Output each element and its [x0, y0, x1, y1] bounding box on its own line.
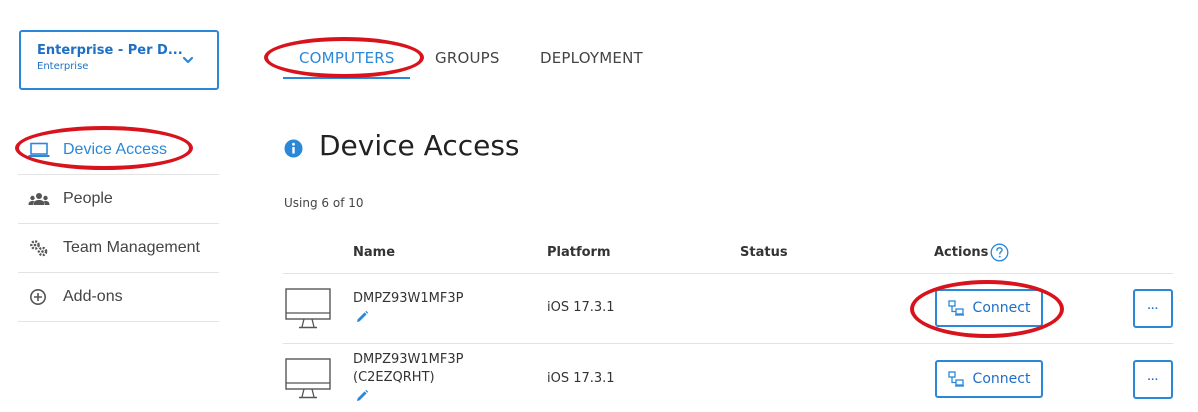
- chevron-down-icon: [182, 56, 194, 64]
- desktop-computer-icon: [285, 358, 331, 399]
- device-name: DMPZ93W1MF3P: [353, 352, 464, 367]
- remote-connection-icon: [947, 300, 964, 316]
- table-row: DMPZ93W1MF3P iOS 17.3.1 Connect ···: [0, 274, 1198, 344]
- page-title: Device Access: [319, 129, 520, 162]
- device-name-secondary: (C2EZQRHT): [353, 370, 435, 385]
- people-icon: [28, 189, 54, 209]
- connect-button[interactable]: Connect: [935, 289, 1043, 327]
- sidebar-item-device-access[interactable]: Device Access: [18, 126, 219, 175]
- help-icon[interactable]: [990, 243, 1009, 262]
- column-header-platform: Platform: [547, 245, 611, 260]
- sidebar-item-label: People: [63, 190, 113, 207]
- more-options-button[interactable]: ···: [1133, 360, 1173, 399]
- account-selector[interactable]: Enterprise - Per D... Enterprise: [19, 30, 219, 90]
- column-header-name: Name: [353, 245, 396, 260]
- sidebar-item-team-management[interactable]: Team Management: [18, 224, 219, 273]
- table-row: DMPZ93W1MF3P (C2EZQRHT) iOS 17.3.1 Conne…: [0, 344, 1198, 412]
- connect-button[interactable]: Connect: [935, 360, 1043, 398]
- laptop-icon: [28, 140, 54, 160]
- device-name: DMPZ93W1MF3P: [353, 291, 464, 306]
- sidebar-item-label: Device Access: [63, 141, 168, 158]
- info-icon: [284, 139, 303, 158]
- connect-button-label: Connect: [972, 300, 1031, 316]
- usage-count: Using 6 of 10: [284, 196, 364, 210]
- sidebar-item-people[interactable]: People: [18, 175, 219, 224]
- gears-icon: [28, 238, 54, 258]
- pencil-icon[interactable]: [355, 389, 369, 403]
- remote-connection-icon: [947, 371, 964, 387]
- connect-button-label: Connect: [972, 371, 1031, 387]
- desktop-computer-icon: [285, 288, 331, 329]
- column-header-actions: Actions: [934, 245, 989, 260]
- column-header-status: Status: [740, 245, 788, 260]
- device-platform: iOS 17.3.1: [547, 300, 615, 315]
- pencil-icon[interactable]: [355, 310, 369, 324]
- ellipsis-icon: ···: [1147, 302, 1159, 315]
- active-tab-indicator: [283, 77, 410, 79]
- tab-deployment[interactable]: DEPLOYMENT: [540, 49, 643, 67]
- tab-computers[interactable]: COMPUTERS: [299, 49, 395, 67]
- sidebar-item-label: Team Management: [63, 239, 200, 256]
- tab-groups[interactable]: GROUPS: [435, 49, 500, 67]
- more-options-button[interactable]: ···: [1133, 289, 1173, 328]
- ellipsis-icon: ···: [1147, 373, 1159, 386]
- device-platform: iOS 17.3.1: [547, 371, 615, 386]
